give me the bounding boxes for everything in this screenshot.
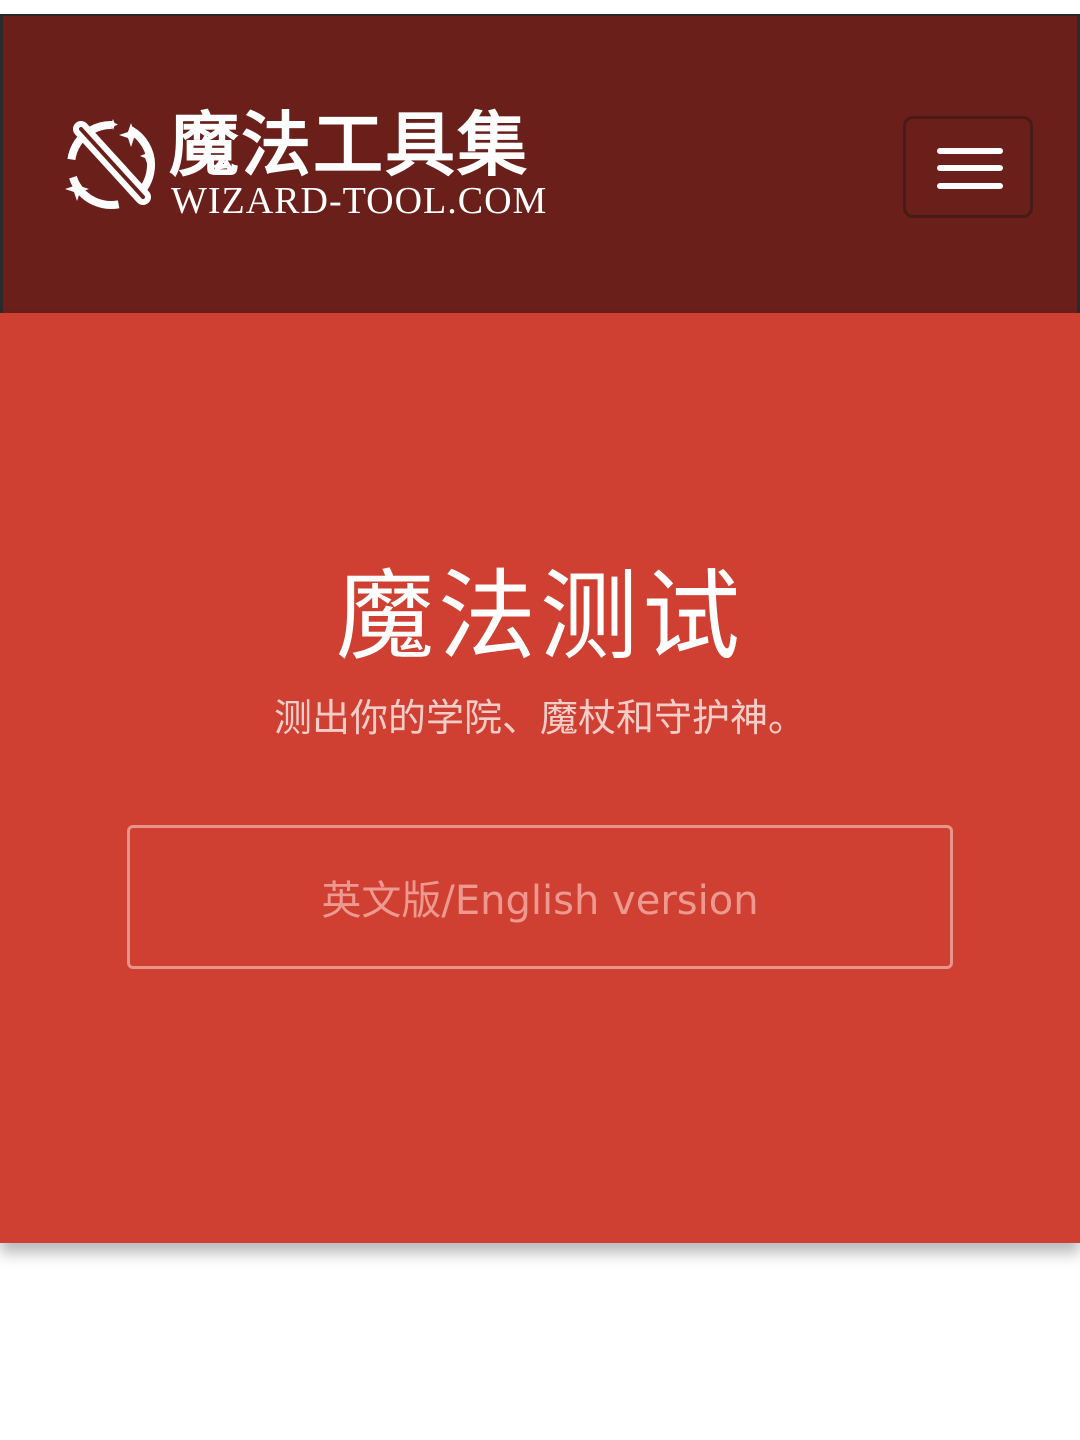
magic-wand-icon — [65, 119, 155, 209]
hero-title: 魔法测试 — [335, 560, 744, 674]
brand-link[interactable]: 魔法工具集 WIZARD-TOOL.COM — [61, 105, 561, 222]
menu-bar — [937, 183, 1003, 189]
english-version-button[interactable]: 英文版/English version — [127, 825, 953, 969]
menu-bar — [937, 148, 1003, 154]
hero-subtitle: 测出你的学院、魔杖和守护神。 — [273, 696, 806, 740]
menu-bar — [937, 165, 1003, 171]
hero-section: 魔法测试 测出你的学院、魔杖和守护神。 英文版/English version — [0, 313, 1080, 1243]
brand-title: 魔法工具集 — [169, 103, 529, 186]
brand-subtitle: WIZARD-TOOL.COM — [171, 180, 548, 222]
navbar: 魔法工具集 WIZARD-TOOL.COM — [0, 16, 1080, 313]
top-border — [0, 0, 1080, 16]
menu-toggle-button[interactable] — [903, 116, 1033, 218]
page: 魔法工具集 WIZARD-TOOL.COM 魔法测试 测出你的学院、魔杖和守护神… — [0, 0, 1080, 1440]
